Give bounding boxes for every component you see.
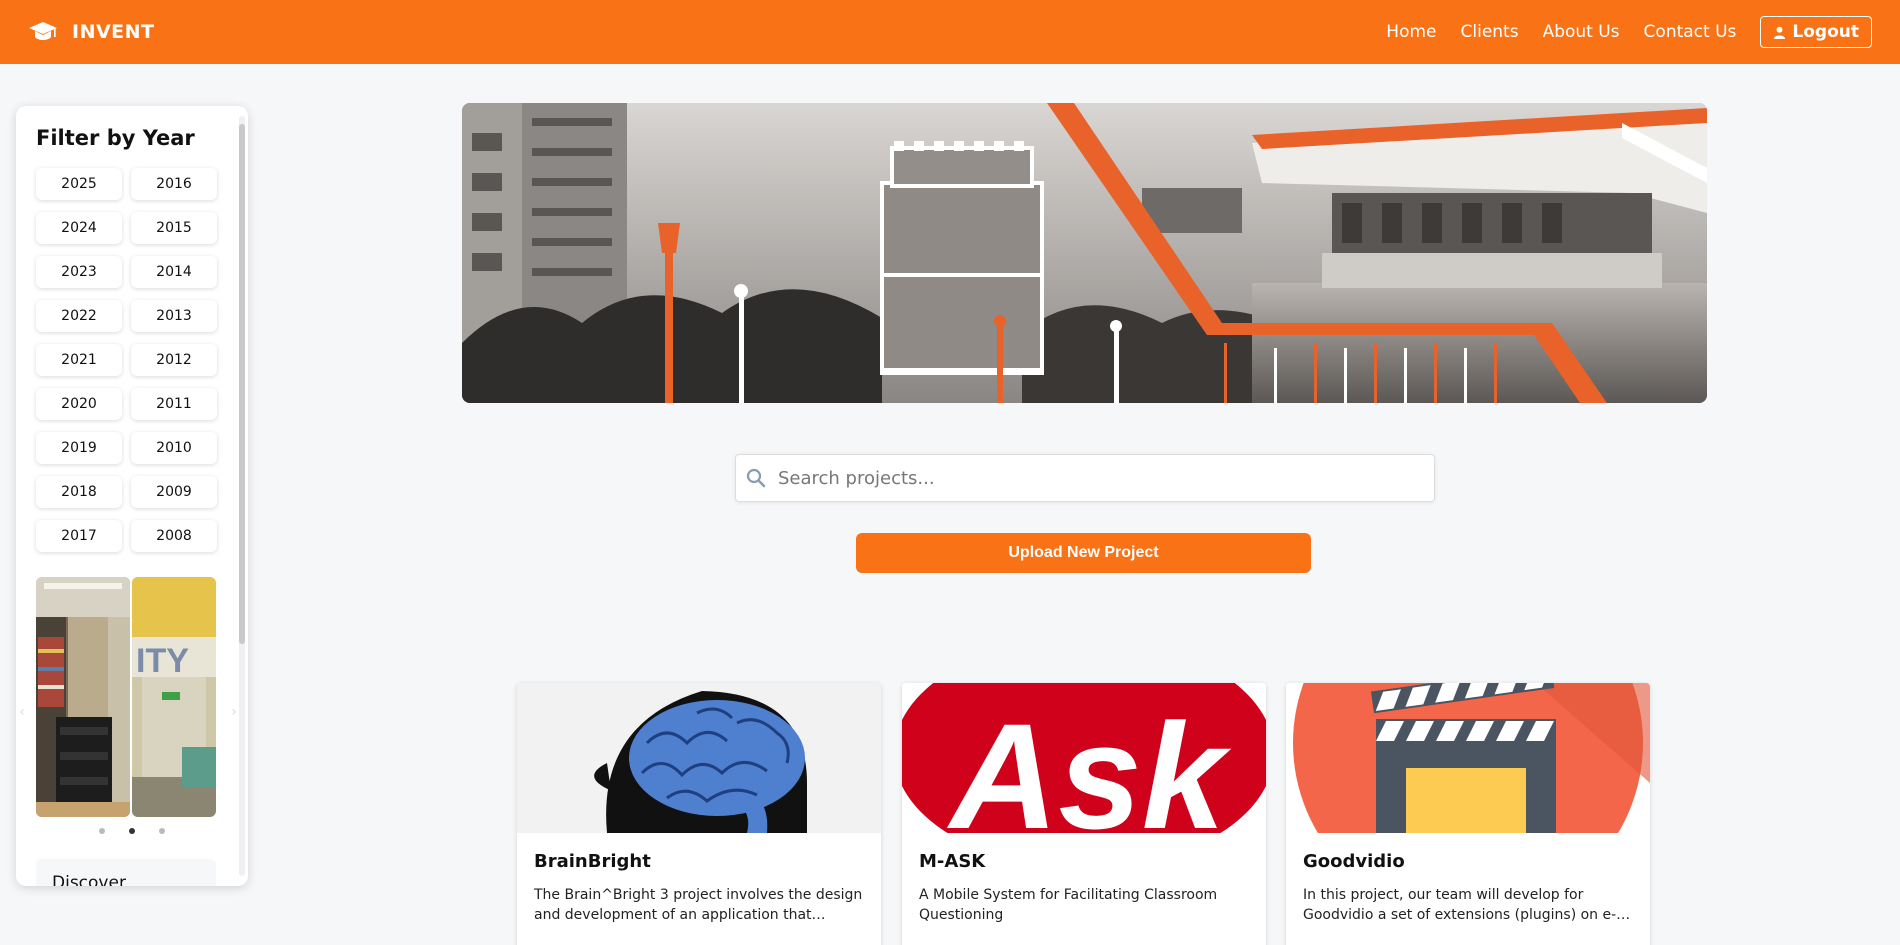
- year-button[interactable]: 2013: [131, 300, 217, 332]
- carousel-prev-arrow[interactable]: ‹: [16, 701, 28, 723]
- year-button[interactable]: 2015: [131, 212, 217, 244]
- hero-banner: [462, 103, 1707, 403]
- year-button[interactable]: 2010: [131, 432, 217, 464]
- discover-section: Discover: [36, 859, 216, 886]
- nav-link-contact[interactable]: Contact Us: [1644, 22, 1737, 42]
- carousel-dot[interactable]: [99, 828, 105, 834]
- brand-name: INVENT: [72, 21, 155, 43]
- year-button[interactable]: 2019: [36, 432, 122, 464]
- logout-button[interactable]: Logout: [1760, 16, 1872, 48]
- nav-links: Home Clients About Us Contact Us Logout: [1362, 0, 1872, 64]
- project-search: [735, 454, 1435, 502]
- card-description: In this project, our team will develop f…: [1303, 887, 1617, 923]
- graduation-cap-icon: [29, 22, 57, 40]
- photo-carousel[interactable]: ITY: [36, 577, 216, 817]
- card-title: Goodvidio: [1303, 851, 1405, 872]
- discover-title: Discover: [52, 873, 126, 886]
- sidebar-scrollbar[interactable]: [239, 116, 245, 876]
- project-card-m-ask[interactable]: Ask M-ASK A Mobile System for Facilitati…: [902, 683, 1266, 945]
- project-card-goodvidio[interactable]: Goodvidio In this project, our team will…: [1286, 683, 1650, 945]
- year-button[interactable]: 2011: [131, 388, 217, 420]
- clapperboard-icon: [1286, 683, 1650, 833]
- carousel-slide-lobby: ITY: [132, 577, 216, 817]
- project-card-brainbright[interactable]: BrainBright The Brain^Bright 3 project i…: [517, 683, 881, 945]
- brand[interactable]: INVENT: [28, 0, 155, 64]
- search-input[interactable]: [778, 467, 1398, 489]
- year-button[interactable]: 2014: [131, 256, 217, 288]
- carousel-dot-active[interactable]: [129, 828, 135, 834]
- year-button[interactable]: 2009: [131, 476, 217, 508]
- filter-title: Filter by Year: [36, 126, 195, 150]
- svg-text:Ask: Ask: [946, 692, 1232, 833]
- year-button[interactable]: 2008: [131, 520, 217, 552]
- carousel-dots: [16, 828, 248, 834]
- card-description: A Mobile System for Facilitating Classro…: [919, 887, 1218, 923]
- carousel-slide-library: [36, 577, 130, 817]
- logout-label: Logout: [1792, 22, 1859, 42]
- year-button[interactable]: 2023: [36, 256, 122, 288]
- year-button[interactable]: 2018: [36, 476, 122, 508]
- search-icon: [746, 468, 766, 488]
- year-button[interactable]: 2021: [36, 344, 122, 376]
- nav-link-clients[interactable]: Clients: [1461, 22, 1519, 42]
- card-description: The Brain^Bright 3 project involves the …: [534, 887, 863, 923]
- year-button[interactable]: 2020: [36, 388, 122, 420]
- year-button[interactable]: 2017: [36, 520, 122, 552]
- year-button[interactable]: 2025: [36, 168, 122, 200]
- nav-link-about[interactable]: About Us: [1543, 22, 1620, 42]
- ask-logo-icon: Ask: [902, 683, 1266, 833]
- user-icon: [1774, 26, 1786, 39]
- navbar: INVENT Home Clients About Us Contact Us …: [0, 0, 1900, 64]
- card-title: BrainBright: [534, 851, 651, 872]
- year-button[interactable]: 2024: [36, 212, 122, 244]
- nav-link-home[interactable]: Home: [1386, 22, 1436, 42]
- upload-project-button[interactable]: Upload New Project: [856, 533, 1311, 573]
- year-button[interactable]: 2016: [131, 168, 217, 200]
- year-filter-sidebar: Filter by Year 2025 2016 2024 2015 2023 …: [16, 106, 248, 886]
- year-button[interactable]: 2012: [131, 344, 217, 376]
- year-button[interactable]: 2022: [36, 300, 122, 332]
- carousel-next-arrow[interactable]: ›: [228, 701, 240, 723]
- brain-icon: [517, 683, 881, 833]
- card-title: M-ASK: [919, 851, 986, 872]
- year-grid: 2025 2016 2024 2015 2023 2014 2022 2013 …: [36, 168, 217, 552]
- carousel-dot[interactable]: [159, 828, 165, 834]
- svg-text:ITY: ITY: [136, 642, 189, 680]
